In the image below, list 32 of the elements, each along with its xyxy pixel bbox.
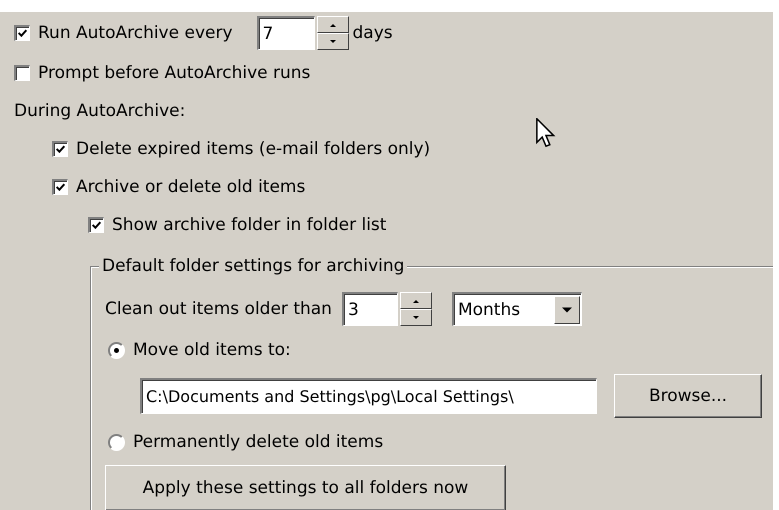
apply-button[interactable]: Apply these settings to all folders now — [105, 465, 506, 510]
checkbox[interactable] — [14, 25, 30, 41]
unit-dropdown[interactable]: Months — [452, 292, 582, 326]
unit-label: days — [352, 23, 393, 43]
check-icon — [55, 182, 66, 193]
checkbox[interactable] — [88, 217, 104, 233]
radio-button[interactable] — [108, 434, 125, 450]
checkbox[interactable] — [52, 141, 68, 157]
path-field[interactable]: C:\Documents and Settings\pg\Local Settings\ — [140, 378, 597, 414]
age-field[interactable]: 3 — [342, 292, 398, 326]
radio-label: Move old items to: — [133, 340, 291, 360]
days-field[interactable]: 7 — [256, 16, 315, 50]
group-title: Default folder settings for archiving — [99, 256, 408, 276]
caret-icon — [562, 306, 572, 312]
mouse-pointer-icon — [536, 118, 556, 150]
checkbox-label: Show archive folder in folder list — [112, 215, 386, 235]
checkbox-label: Prompt before AutoArchive runs — [38, 63, 310, 83]
checkbox-label: Archive or delete old items — [76, 177, 306, 197]
spin-buttons[interactable] — [316, 16, 349, 50]
browse-button[interactable]: Browse... — [614, 374, 762, 418]
field-label: Clean out items older than — [105, 299, 332, 319]
checkbox[interactable] — [52, 179, 68, 195]
checkbox-label: Run AutoArchive every — [38, 23, 233, 43]
spin-buttons[interactable] — [400, 292, 432, 326]
section-label: During AutoArchive: — [14, 101, 186, 121]
checkbox[interactable] — [14, 65, 30, 81]
checkbox-label: Delete expired items (e-mail folders only) — [76, 139, 430, 159]
check-icon — [55, 144, 66, 155]
radio-label: Permanently delete old items — [133, 432, 384, 452]
radio-button[interactable] — [108, 342, 125, 358]
check-icon — [17, 28, 28, 39]
check-icon — [91, 220, 102, 231]
